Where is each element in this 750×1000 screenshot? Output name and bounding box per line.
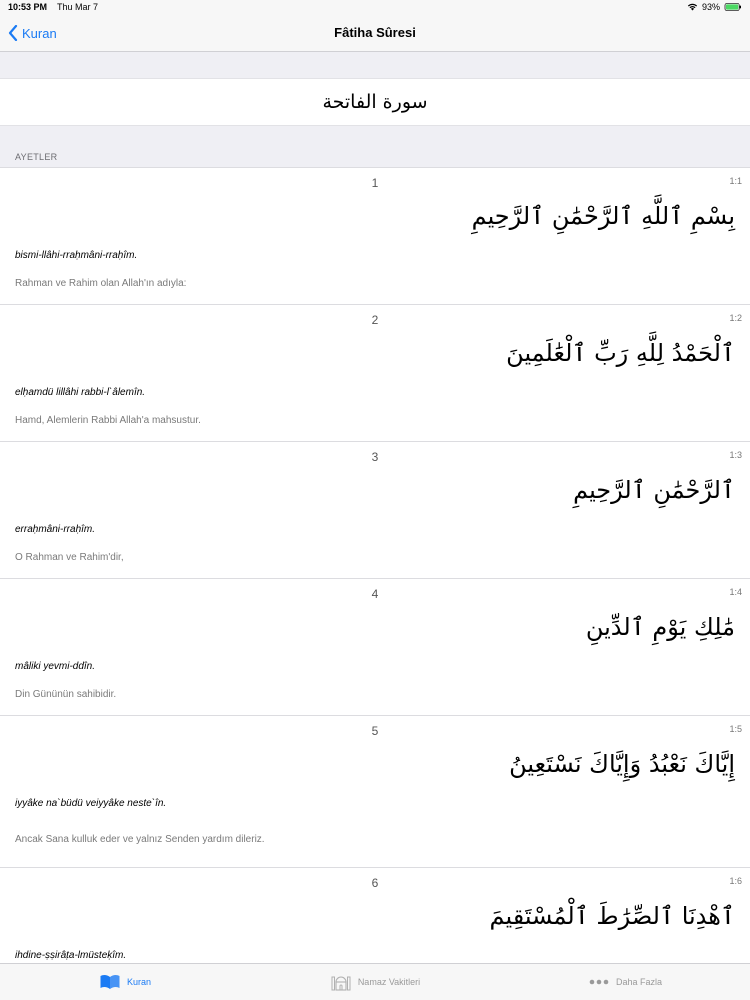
mosque-icon	[331, 976, 351, 991]
verse-transliteration: mâliki yevmi-ddîn.	[15, 661, 96, 672]
verse-arabic-text: ٱهْدِنَا ٱلصِّرَٰطَ ٱلْمُسْتَقِيمَ	[489, 902, 735, 930]
tab-label: Daha Fazla	[615, 977, 663, 987]
verse-row[interactable]: 5 1:5 إِيَّاكَ نَعْبُدُ وَإِيَّاكَ نَسْت…	[0, 716, 750, 868]
verse-number: 2	[371, 313, 379, 327]
tab-label: Kuran	[126, 977, 152, 987]
book-icon	[100, 974, 120, 989]
battery-percent: 93%	[701, 2, 720, 12]
verse-reference: 1:1	[729, 176, 742, 186]
verse-arabic-text: ٱلْحَمْدُ لِلَّهِ رَبِّ ٱلْعَٰلَمِينَ	[506, 339, 735, 367]
status-bar: 10:53 PM Thu Mar 7 93%	[0, 0, 750, 14]
chevron-left-icon	[8, 25, 18, 41]
navigation-bar: Kuran Fâtiha Sûresi	[0, 14, 750, 52]
tab-label: Namaz Vakitleri	[357, 977, 421, 987]
surah-arabic-name: سورة الفاتحة	[322, 91, 428, 113]
verse-number: 1	[371, 176, 379, 190]
tab-namaz-vakitleri[interactable]: Namaz Vakitleri	[250, 964, 500, 1000]
verse-translation: Hamd, Alemlerin Rabbi Allah'a mahsustur.	[15, 415, 201, 426]
battery-icon	[724, 3, 741, 11]
verse-number: 3	[371, 450, 379, 464]
verse-reference: 1:5	[729, 724, 742, 734]
tab-kuran[interactable]: Kuran	[0, 964, 250, 1000]
verse-reference: 1:3	[729, 450, 742, 460]
back-button-label: Kuran	[22, 25, 57, 41]
verse-number: 4	[371, 587, 379, 601]
tab-daha-fazla[interactable]: Daha Fazla	[500, 964, 750, 1000]
verse-arabic-text: بِسْمِ ٱللَّهِ ٱلرَّحْمَٰنِ ٱلرَّحِيمِ	[471, 202, 735, 230]
back-button[interactable]: Kuran	[8, 14, 57, 52]
section-label: AYETLER	[15, 152, 58, 162]
status-time: 10:53 PM	[8, 2, 48, 12]
verse-number: 5	[371, 724, 379, 738]
verse-arabic-text: مَٰلِكِ يَوْمِ ٱلدِّينِ	[585, 613, 735, 641]
verse-reference: 1:6	[729, 876, 742, 886]
status-date: Thu Mar 7	[57, 2, 99, 12]
surah-header: سورة الفاتحة	[0, 78, 750, 126]
verse-arabic-text: ٱلرَّحْمَٰنِ ٱلرَّحِيمِ	[573, 476, 735, 504]
verse-transliteration: erraḥmâni-rraḥîm.	[15, 524, 96, 535]
verse-translation: Ancak Sana kulluk eder ve yalnız Senden …	[15, 834, 265, 845]
verse-row[interactable]: 4 1:4 مَٰلِكِ يَوْمِ ٱلدِّينِ mâliki yev…	[0, 579, 750, 716]
status-right: 93%	[687, 2, 742, 12]
verse-row[interactable]: 2 1:2 ٱلْحَمْدُ لِلَّهِ رَبِّ ٱلْعَٰلَمِ…	[0, 305, 750, 442]
tab-bar: Kuran Namaz Vakitleri Daha Fazla	[0, 963, 750, 1000]
verse-list: 1 1:1 بِسْمِ ٱللَّهِ ٱلرَّحْمَٰنِ ٱلرَّح…	[0, 167, 750, 1000]
more-dots-icon	[589, 979, 609, 985]
verse-translation: Din Gününün sahibidir.	[15, 689, 117, 700]
verse-transliteration: elḥamdü lillâhi rabbi-l`âlemîn.	[15, 387, 146, 398]
verse-transliteration: iyyâke na`büdü veiyyâke neste`în.	[15, 798, 167, 809]
wifi-icon	[687, 3, 698, 11]
verse-row[interactable]: 3 1:3 ٱلرَّحْمَٰنِ ٱلرَّحِيمِ erraḥmâni-…	[0, 442, 750, 579]
verse-translation: O Rahman ve Rahim'dir,	[15, 552, 124, 563]
verse-arabic-text: إِيَّاكَ نَعْبُدُ وَإِيَّاكَ نَسْتَعِينُ	[509, 750, 735, 778]
verse-number: 6	[371, 876, 379, 890]
verse-reference: 1:2	[729, 313, 742, 323]
page-title: Fâtiha Sûresi	[334, 25, 416, 40]
verse-reference: 1:4	[729, 587, 742, 597]
verse-transliteration: ihdine-ṣṣirâṭa-lmüsteḳîm.	[15, 950, 127, 961]
verse-row[interactable]: 1 1:1 بِسْمِ ٱللَّهِ ٱلرَّحْمَٰنِ ٱلرَّح…	[0, 168, 750, 305]
verse-transliteration: bismi-llâhi-rraḥmâni-rraḥîm.	[15, 250, 138, 261]
verse-translation: Rahman ve Rahim olan Allah'ın adıyla:	[15, 278, 187, 289]
